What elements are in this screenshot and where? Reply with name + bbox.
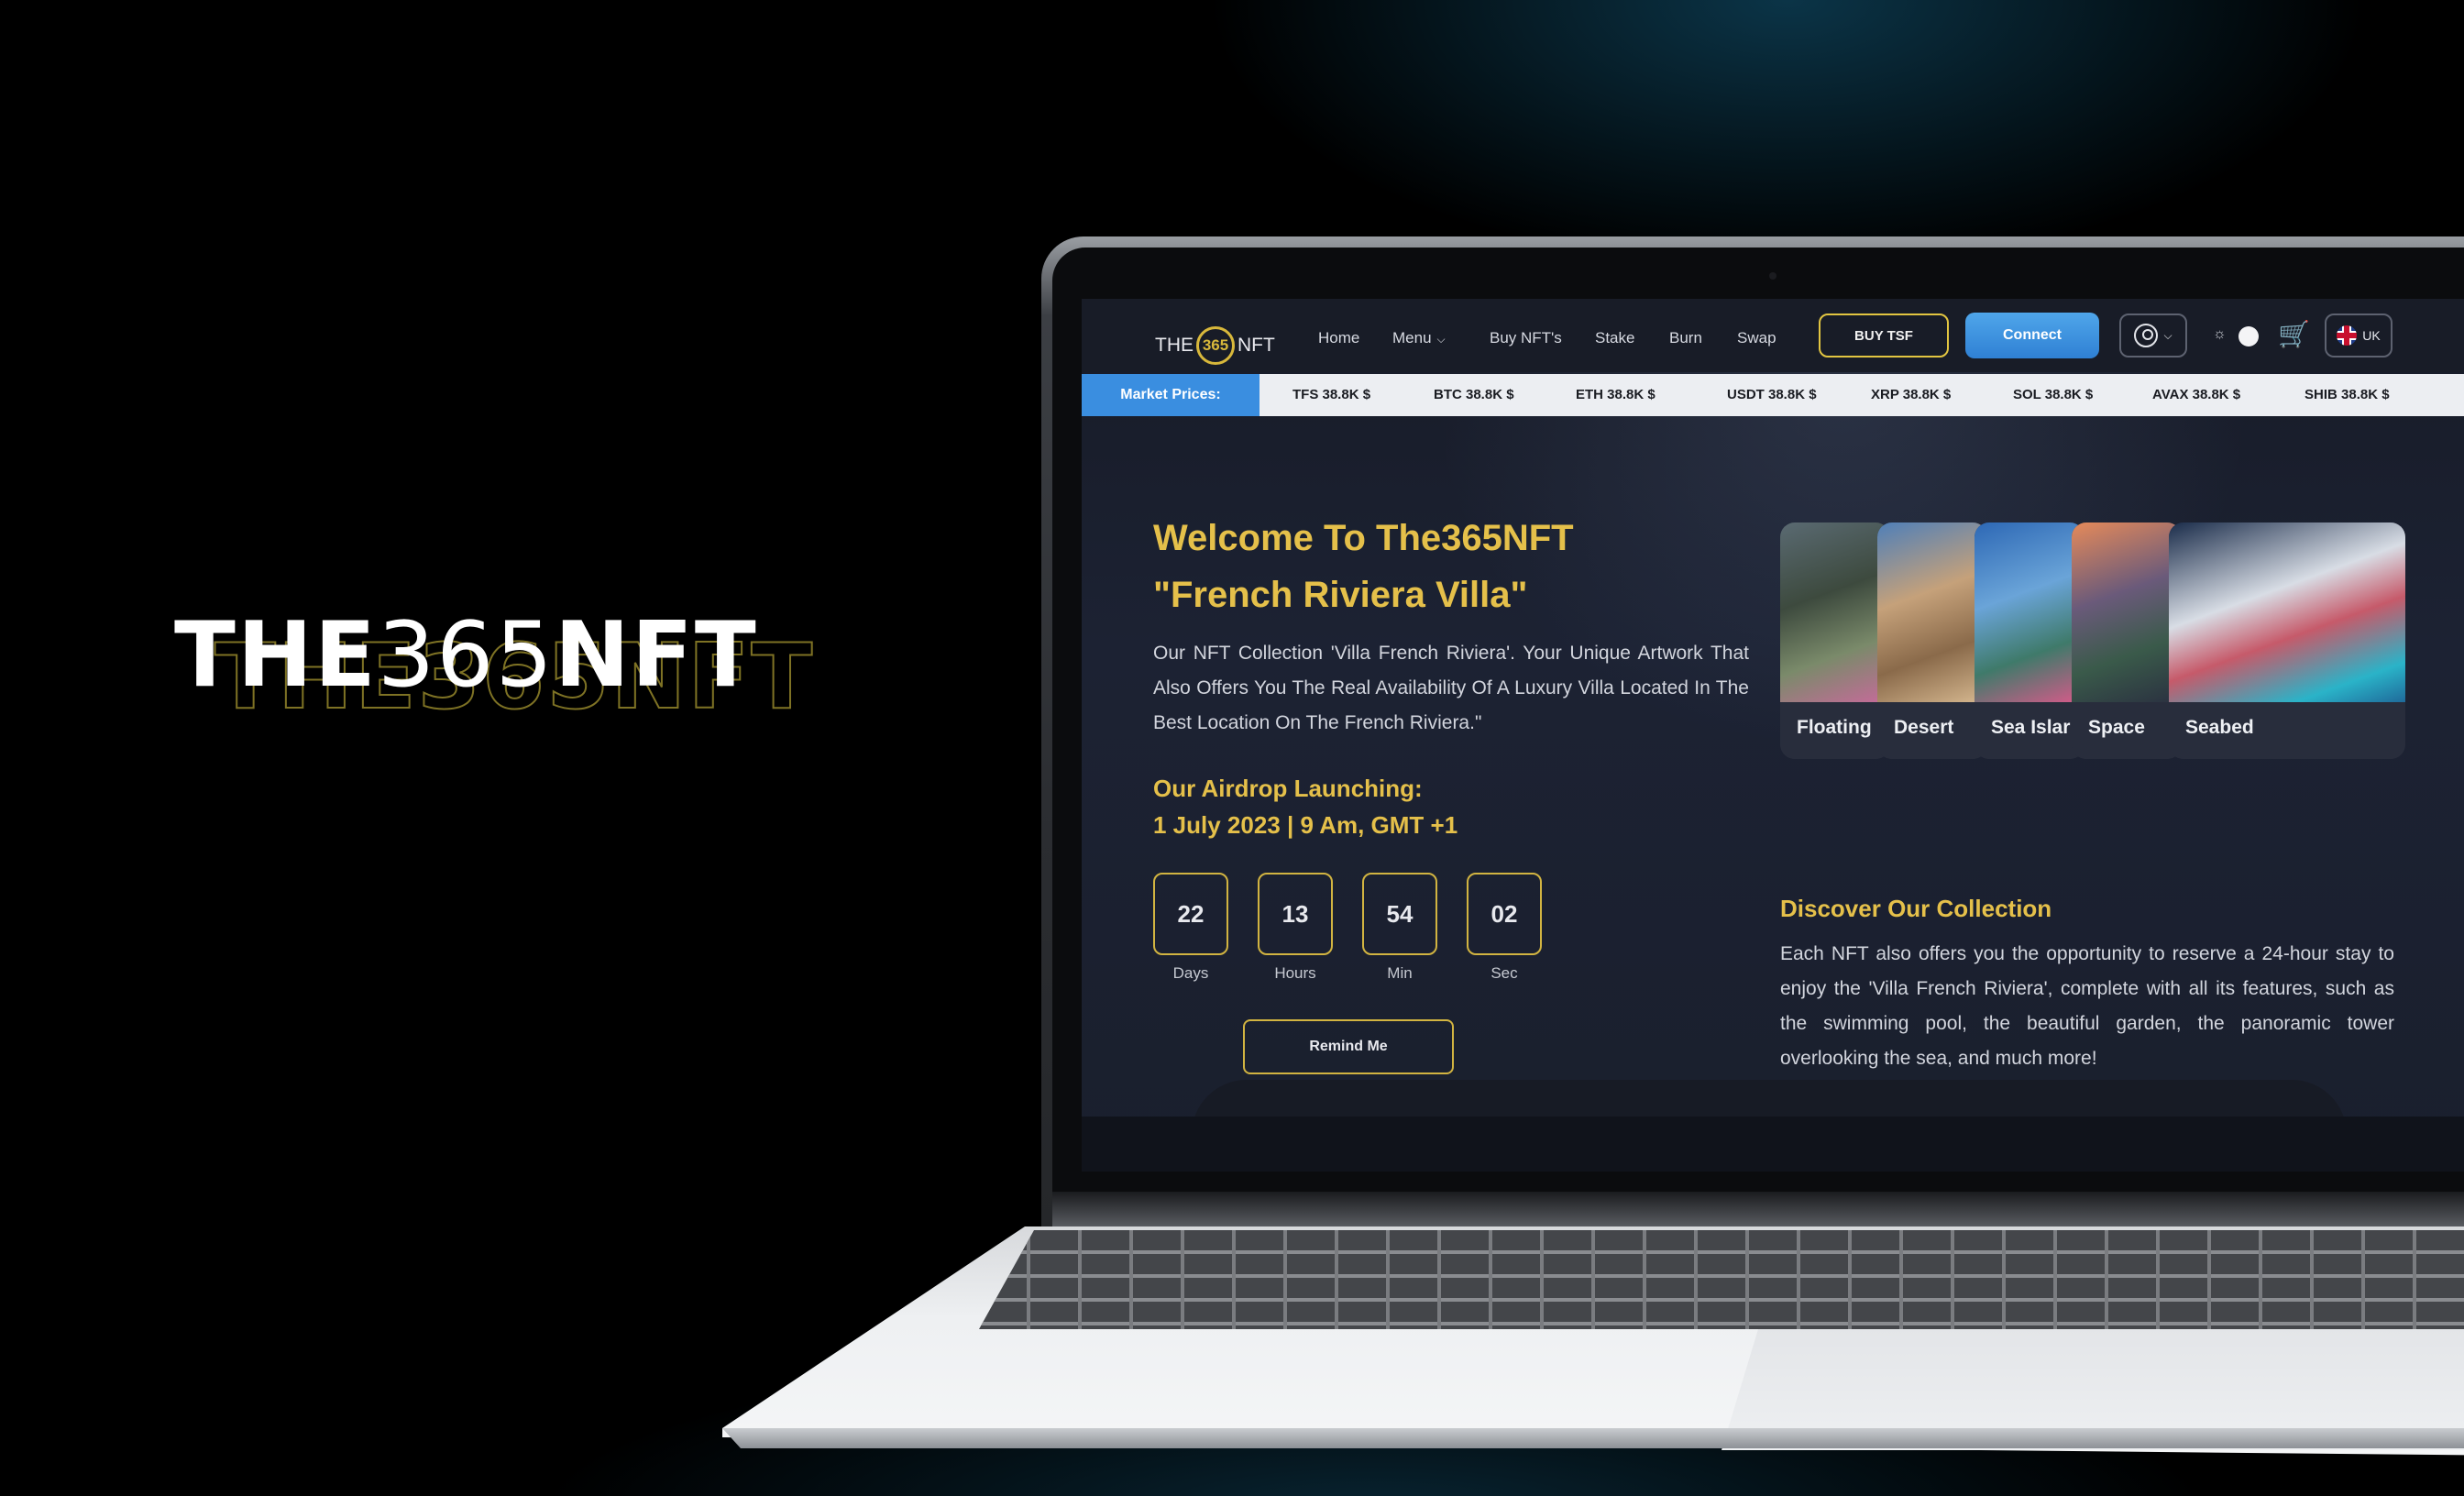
account-menu-button[interactable]: ⌵ xyxy=(2119,314,2187,358)
card-title: Floating xyxy=(1797,717,1872,738)
nav-home[interactable]: Home xyxy=(1318,329,1359,347)
card-title: Space xyxy=(2088,717,2145,738)
floating-artwork xyxy=(1780,522,1890,702)
collection-card-space[interactable]: Space xyxy=(2072,522,2182,759)
buy-tsf-button[interactable]: BUY TSF xyxy=(1819,314,1949,358)
countdown-label: Min xyxy=(1387,964,1413,982)
uk-flag-icon xyxy=(2337,325,2358,346)
seabed-artwork xyxy=(2169,522,2405,702)
nav-burn[interactable]: Burn xyxy=(1669,329,1702,347)
toggle-knob xyxy=(2238,326,2259,346)
keyboard xyxy=(979,1230,2464,1329)
ticker-item: SOL 38.8K $ xyxy=(2013,387,2094,402)
remind-me-button[interactable]: Remind Me xyxy=(1243,1019,1454,1074)
collection-card-seabed[interactable]: Seabed xyxy=(2169,522,2405,759)
card-title: Desert xyxy=(1894,717,1954,738)
countdown-days: 22 xyxy=(1153,873,1228,955)
theme-toggle[interactable]: ☼ xyxy=(2211,324,2262,348)
ticker-item: BTC 38.8K $ xyxy=(1434,387,1514,402)
nav-swap[interactable]: Swap xyxy=(1737,329,1776,347)
cart-icon[interactable]: 🛒 xyxy=(2278,319,2310,349)
countdown-label: Sec xyxy=(1490,964,1518,982)
hero-title: Welcome To The365NFT "French Riviera Vil… xyxy=(1153,518,1574,615)
brand-prefix: THE xyxy=(174,603,378,708)
ticker-item: AVAX 38.8K $ xyxy=(2152,387,2241,402)
brand-number: 365 xyxy=(377,603,555,708)
space-artwork xyxy=(2072,522,2182,702)
desert-artwork xyxy=(1877,522,1987,702)
countdown-minutes: 54 xyxy=(1362,873,1437,955)
hero-description: Our NFT Collection 'Villa French Riviera… xyxy=(1153,643,1749,733)
airdrop-heading: Our Airdrop Launching: 1 July 2023 | 9 A… xyxy=(1153,775,1458,839)
countdown-seconds: 02 xyxy=(1467,873,1542,955)
ticker-item: SHIB 38.8K $ xyxy=(2304,387,2390,402)
ticker-item: ETH 38.8K $ xyxy=(1576,387,1656,402)
brand-wordmark: THE365NFT THE365NFT xyxy=(174,596,889,731)
ticker-item: USDT 38.8K $ xyxy=(1727,387,1817,402)
card-title: Sea Islar xyxy=(1991,717,2071,738)
language-selector[interactable]: UK xyxy=(2325,314,2392,358)
collection-card-sea-island[interactable]: Sea Islar xyxy=(1974,522,2084,759)
connect-button[interactable]: Connect xyxy=(1965,313,2099,358)
user-icon xyxy=(2134,324,2159,347)
sea-island-artwork xyxy=(1974,522,2084,702)
collection-card-desert[interactable]: Desert xyxy=(1877,522,1987,759)
logo-mark-icon: 365 xyxy=(1196,326,1235,365)
market-prices-ticker: Market Prices: TFS 38.8K $ BTC 38.8K $ E… xyxy=(1082,374,2464,416)
chevron-down-icon: ⌵ xyxy=(1436,333,1446,346)
chevron-down-icon: ⌵ xyxy=(2163,328,2172,342)
countdown-label: Hours xyxy=(1274,964,1316,982)
camera-dot xyxy=(1769,272,1776,280)
card-title: Seabed xyxy=(2185,717,2254,738)
ticker-item: XRP 38.8K $ xyxy=(1871,387,1952,402)
brand-wordmark-text: THE365NFT xyxy=(174,596,758,715)
nav-stake[interactable]: Stake xyxy=(1595,329,1634,347)
brand-suffix: NFT xyxy=(554,603,758,708)
top-navbar: THE 365 NFT Home Menu ⌵ Buy NFT's Stake B… xyxy=(1082,299,2464,372)
discover-text: Each NFT also offers you the opportunity… xyxy=(1780,943,2394,1069)
site-logo[interactable]: THE 365 NFT xyxy=(1155,326,1275,365)
countdown-label: Days xyxy=(1172,964,1209,982)
collection-cards: Floating Desert Sea Islar Space Seabed xyxy=(1780,522,2405,759)
sun-icon: ☼ xyxy=(2213,326,2227,342)
discover-title: Discover Our Collection xyxy=(1780,895,2052,922)
nav-buy-nfts[interactable]: Buy NFT's xyxy=(1490,329,1562,347)
collection-card-floating[interactable]: Floating xyxy=(1780,522,1890,759)
ticker-label: Market Prices: xyxy=(1082,374,1260,416)
countdown-hours: 13 xyxy=(1258,873,1333,955)
nav-menu[interactable]: Menu ⌵ xyxy=(1392,329,1446,347)
ticker-item: TFS 38.8K $ xyxy=(1292,387,1371,402)
laptop-screen: THE 365 NFT Home Menu ⌵ Buy NFT's Stake B… xyxy=(1082,299,2464,1172)
laptop-base xyxy=(722,1226,2464,1456)
laptop-hinge xyxy=(1052,1192,2464,1228)
